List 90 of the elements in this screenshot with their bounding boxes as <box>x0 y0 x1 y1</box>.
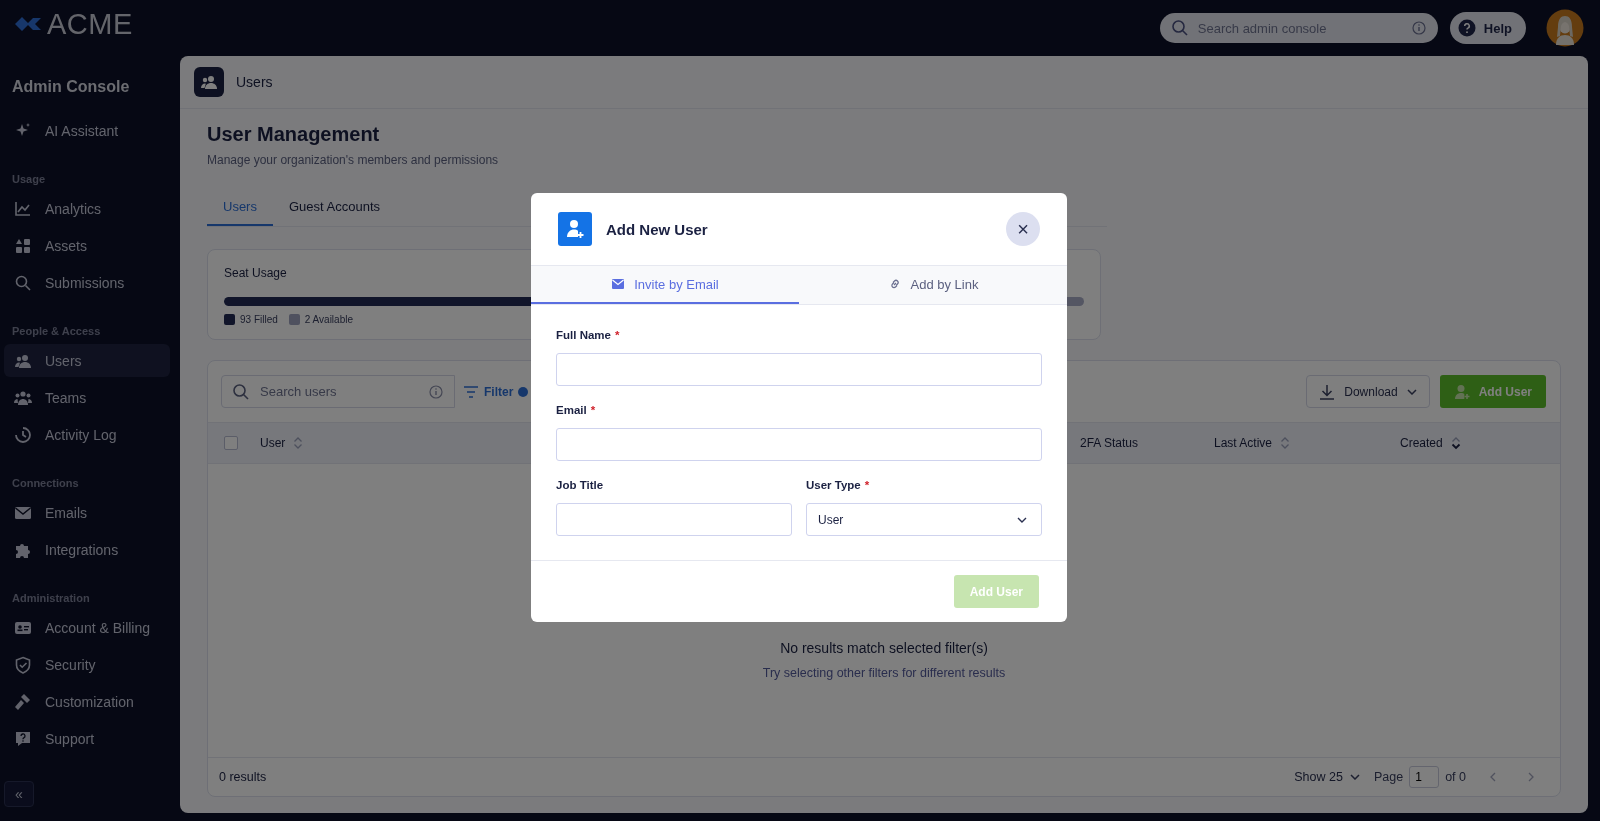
result-count: 0 results <box>219 770 267 784</box>
search-field[interactable]: Search admin console <box>1159 13 1438 43</box>
clock-history-icon <box>14 425 32 444</box>
download-icon <box>1319 383 1336 400</box>
collapse-button[interactable]: « <box>4 781 34 807</box>
logo-text: ACME <box>47 7 133 41</box>
line-chart-icon <box>14 199 32 218</box>
sidebar-item[interactable]: Analytics <box>4 192 170 225</box>
tab[interactable]: Invite by Email <box>531 266 799 304</box>
column-header[interactable]: Created <box>1400 436 1461 450</box>
field-label: User Type <box>806 479 861 491</box>
search-field[interactable]: Search users <box>221 375 455 408</box>
legend-swatch <box>288 314 300 325</box>
breadcrumb: Users <box>236 74 273 90</box>
section-heading: People & Access <box>11 324 102 339</box>
required-mark: * <box>590 404 596 416</box>
page-subtitle: Manage your organization's members and permissions <box>207 153 500 167</box>
sidebar-title: Admin Console <box>11 77 131 96</box>
sidebar-item[interactable]: Activity Log <box>4 418 170 451</box>
sidebar-item[interactable]: Assets <box>4 229 170 262</box>
section-heading: Connections <box>11 476 80 491</box>
legend-label: 2 Available <box>304 314 353 325</box>
tab[interactable]: Guest Accounts <box>272 189 396 226</box>
section-heading: Usage <box>11 172 47 187</box>
add-user-icon <box>558 212 592 246</box>
sidebar-item[interactable]: Account & Billing <box>4 611 170 644</box>
page-input[interactable]: 1 <box>1409 766 1440 788</box>
column-header[interactable]: 2FA Status <box>1080 436 1139 450</box>
envelope-icon <box>611 277 626 291</box>
sidebar-item[interactable]: Emails <box>4 496 170 529</box>
filter-icon <box>463 384 479 399</box>
empty-state-hint: Try selecting other filters for different results <box>762 666 1006 680</box>
field-label: Job Title <box>556 479 604 491</box>
sidebar-item[interactable]: Teams <box>4 381 170 414</box>
legend-label: 93 Filled <box>240 314 278 325</box>
shield-icon <box>14 655 32 674</box>
section-heading: Administration <box>11 591 91 606</box>
required-mark: * <box>864 479 870 491</box>
tab[interactable]: Users <box>207 189 273 226</box>
chevron-down-icon <box>1349 774 1360 780</box>
user-type-select[interactable]: User <box>806 503 1042 536</box>
logo-icon <box>13 14 43 34</box>
sidebar-item[interactable]: Customization <box>4 685 170 718</box>
paint-tool-icon <box>14 692 32 711</box>
add-user-button[interactable]: Add User <box>1439 375 1546 408</box>
avatar-icon <box>1546 9 1584 47</box>
chevron-down-icon <box>1017 516 1027 523</box>
input-field[interactable] <box>556 428 1042 461</box>
page-size-select[interactable]: Show 25 <box>1290 770 1364 784</box>
input-field[interactable] <box>556 353 1042 386</box>
sidebar-item[interactable]: Integrations <box>4 533 170 566</box>
chevron-left-icon <box>1490 772 1496 782</box>
sidebar-item[interactable]: Security <box>4 648 170 681</box>
sidebar-item[interactable]: Users <box>4 344 170 377</box>
page-label: Page <box>1373 770 1404 784</box>
search-icon <box>1170 19 1189 37</box>
users-icon <box>194 67 224 97</box>
info-icon <box>1411 21 1426 35</box>
chevron-down-icon <box>1406 388 1417 395</box>
page-title: User Management <box>207 123 381 146</box>
question-bubble-icon <box>14 729 32 748</box>
field-label: Email <box>556 404 587 416</box>
close-button[interactable]: × <box>1006 212 1040 246</box>
sidebar-item[interactable]: AI Assistant <box>4 114 170 147</box>
column-header[interactable]: Last Active <box>1214 436 1291 450</box>
dialog-title: Add New User <box>606 220 708 238</box>
sidebar-item[interactable]: Support <box>4 722 170 755</box>
required-mark: * <box>614 329 620 341</box>
add-user-icon <box>1453 383 1470 400</box>
filter-count-icon <box>518 386 529 397</box>
column-header[interactable]: User <box>260 436 304 450</box>
field-label: Full Name <box>556 329 611 341</box>
info-icon <box>429 385 443 399</box>
question-icon <box>1457 19 1476 37</box>
empty-state-title: No results match selected filter(s) <box>780 640 988 656</box>
page-total: of 0 <box>1445 770 1466 784</box>
chevron-right-icon <box>1528 772 1534 782</box>
search-icon <box>232 383 250 401</box>
download-button[interactable]: Download <box>1306 375 1430 408</box>
card-title: Seat Usage <box>224 266 288 280</box>
help-button[interactable]: Help <box>1449 12 1526 44</box>
sidebar-item[interactable]: Submissions <box>4 266 170 299</box>
select-all-checkbox[interactable] <box>224 436 238 450</box>
team-icon <box>14 388 32 407</box>
blocks-icon <box>14 236 32 255</box>
filter-button[interactable]: Filter <box>455 375 533 408</box>
legend-swatch <box>224 314 235 325</box>
search-icon <box>14 273 32 292</box>
input-field[interactable] <box>556 503 792 536</box>
tab[interactable]: Add by Link <box>799 266 1067 304</box>
